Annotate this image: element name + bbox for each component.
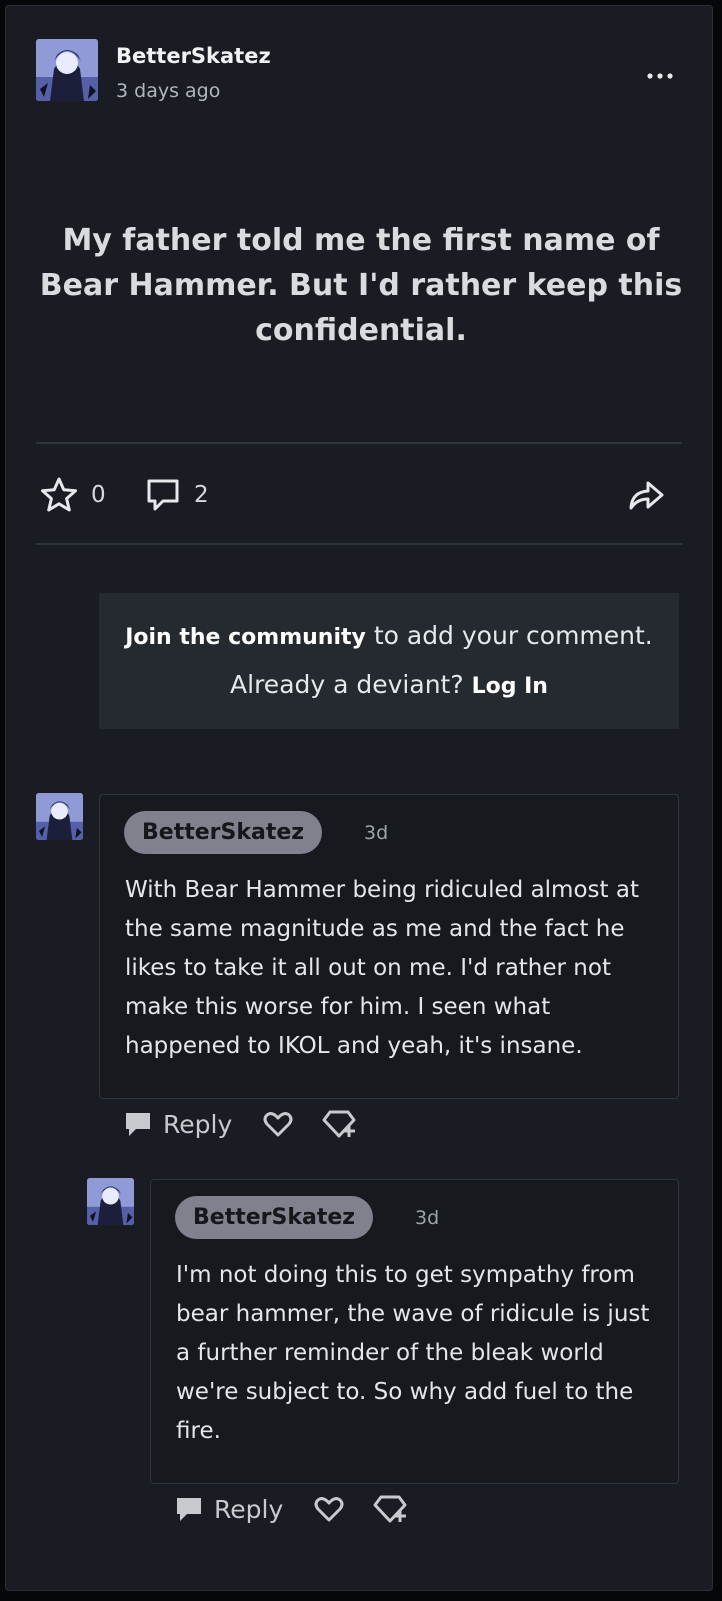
comment-timestamp: 3d (415, 1207, 440, 1229)
more-dots-icon (647, 73, 673, 79)
divider-top (36, 442, 682, 444)
reply-card: BetterSkatez 3d I'm not doing this to ge… (150, 1179, 679, 1484)
comment-actions: Reply (123, 1108, 358, 1140)
comment-card: BetterSkatez 3d With Bear Hammer being r… (99, 794, 679, 1099)
commenter-avatar[interactable] (36, 793, 83, 840)
reply-bubble-icon (177, 1498, 201, 1521)
favorite-count: 0 (91, 482, 106, 508)
comment-author-name[interactable]: BetterSkatez (175, 1196, 374, 1239)
post-timestamp: 3 days ago (116, 80, 221, 102)
avatar-image (87, 1178, 134, 1225)
heart-icon[interactable] (313, 1494, 345, 1524)
share-button[interactable] (626, 476, 666, 514)
comment-actions: Reply (174, 1493, 409, 1525)
share-arrow-icon (629, 481, 664, 510)
comment-bubble-icon (147, 479, 179, 511)
reply-button[interactable]: Reply (174, 1495, 283, 1524)
status-text: My father told me the first name of Bear… (39, 223, 683, 348)
reply-bubble-icon (126, 1113, 150, 1136)
join-community-prompt: Join the community to add your comment. … (99, 593, 679, 729)
comment-timestamp: 3d (364, 822, 389, 844)
heart-icon[interactable] (262, 1109, 294, 1139)
reply-label: Reply (163, 1109, 233, 1139)
avatar-image (36, 39, 98, 101)
star-icon (41, 477, 77, 512)
reply-button[interactable]: Reply (123, 1110, 232, 1139)
commenter-avatar[interactable] (87, 1178, 134, 1225)
award-gem-icon[interactable] (373, 1493, 409, 1525)
reply-label: Reply (214, 1494, 284, 1524)
avatar-image (36, 793, 83, 840)
comment-text: I'm not doing this to get sympathy from … (176, 1262, 650, 1444)
post-author-name[interactable]: BetterSkatez (116, 44, 271, 68)
award-gem-icon[interactable] (322, 1108, 358, 1140)
post-card: BetterSkatez 3 days ago My father told m… (5, 5, 713, 1591)
comment-author-name[interactable]: BetterSkatez (124, 811, 323, 854)
divider-bottom (36, 543, 682, 545)
comment-text: With Bear Hammer being ridiculed almost … (125, 877, 639, 1059)
favorite-button[interactable]: 0 (39, 476, 106, 514)
more-options-button[interactable] (642, 64, 678, 88)
join-community-link[interactable]: Join the community (125, 625, 366, 650)
author-avatar[interactable] (36, 39, 98, 101)
log-in-link[interactable]: Log In (472, 674, 548, 699)
comments-button[interactable]: 2 (144, 476, 209, 514)
comment-count: 2 (194, 482, 209, 508)
